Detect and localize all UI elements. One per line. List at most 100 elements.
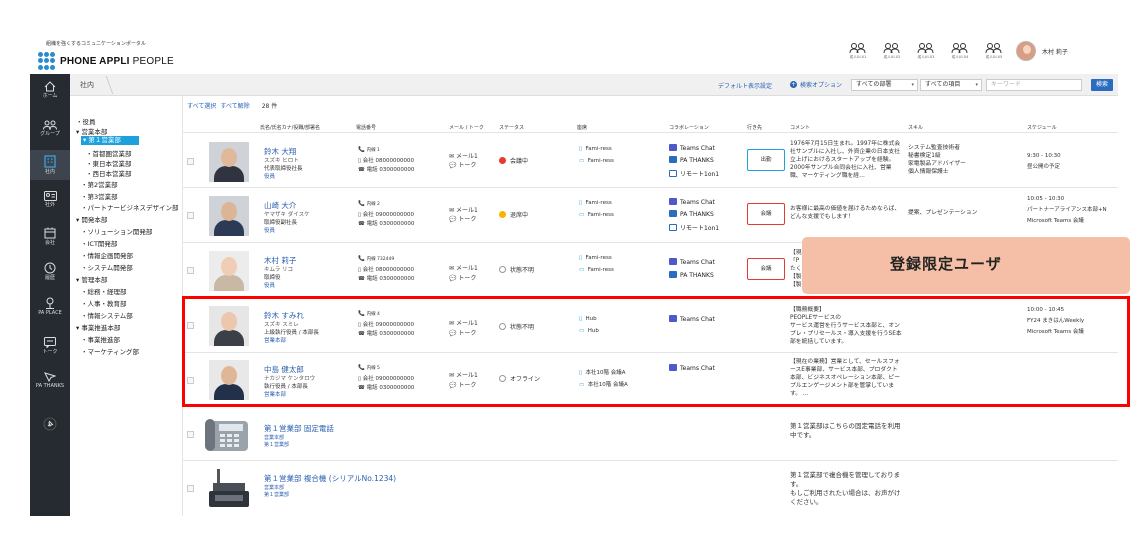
tree-node[interactable]: ▾ 営業本部 [76, 126, 107, 136]
row-checkbox[interactable] [187, 158, 194, 165]
deselect-all-link[interactable]: すべて解除 [220, 101, 249, 110]
tree-node[interactable]: ・情報システム部 [81, 310, 133, 320]
item-select[interactable]: すべての項目 ▾ [920, 79, 982, 91]
group-shortcut[interactable]: 成人UI-03 [916, 42, 936, 60]
seat-1[interactable]: ▯ Fami-ress [579, 146, 612, 152]
column-header-schedule[interactable]: スケジュール [1027, 124, 1057, 131]
seat-2[interactable]: ▭ Fami-ress [579, 158, 614, 164]
user-dept[interactable]: 営業本部 [264, 390, 286, 398]
tree-node[interactable]: ・西日本営業部 [86, 168, 132, 178]
search-option-link[interactable]: + 検索オプション [790, 80, 842, 89]
device-dept[interactable]: 第１営業部 [264, 491, 289, 498]
column-header-comment[interactable]: コメント [790, 124, 810, 131]
ext-number[interactable]: 📞 内線 4 [358, 311, 380, 317]
tree-node[interactable]: ・第3営業部 [81, 191, 118, 201]
talk-button[interactable]: 💬 トーク [449, 160, 476, 169]
ext-number[interactable]: 📞 内線 732449 [358, 256, 394, 262]
seat-2[interactable]: ▭ 本社10階 会議A [579, 380, 628, 388]
mail-button[interactable]: ✉ メール1 [449, 151, 478, 160]
table-row[interactable]: 第１営業部 固定電話 営業本部 第１営業部 第１営業部はこちらの固定電話を利用中… [183, 407, 1118, 461]
company-number[interactable]: ▯ 会社 09000000000 [358, 210, 414, 218]
search-button[interactable]: 検索 [1091, 79, 1113, 91]
collab-teams[interactable]: Teams Chat [669, 364, 715, 372]
user-dept[interactable]: 役員 [264, 226, 275, 234]
mail-button[interactable]: ✉ メール1 [449, 263, 478, 272]
row-checkbox[interactable] [187, 267, 194, 274]
tree-node[interactable]: ・ソリューション開発部 [81, 226, 152, 236]
tree-node-selected[interactable]: ▾ 第１営業部 [81, 136, 139, 145]
column-header-seat[interactable]: 座席 [577, 124, 587, 131]
talk-button[interactable]: 💬 トーク [449, 380, 476, 389]
collab-thanks[interactable]: PA THANKS [669, 156, 714, 164]
company-number[interactable]: ▯ 会社 08000000000 [358, 156, 414, 164]
tel-number[interactable]: ☎ 電話 0300000000 [358, 329, 414, 337]
sidebar-item-pa-place[interactable]: PA PLACE [30, 292, 70, 322]
sidebar-item-external[interactable]: 社外 [30, 186, 70, 216]
schedule[interactable]: 10:05 - 10:30 パートナーアライアンス本部+N Microsoft Te… [1027, 194, 1117, 227]
tree-node[interactable]: ▾ 事業推進本部 [76, 322, 120, 332]
column-header-destination[interactable]: 行き先 [747, 124, 762, 131]
group-shortcut[interactable]: 成人UI-04 [950, 42, 970, 60]
collab-1on1[interactable]: リモート1on1 [669, 169, 719, 178]
mail-button[interactable]: ✉ メール1 [449, 205, 478, 214]
sidebar-item-company[interactable]: 会社 [30, 222, 70, 252]
mail-button[interactable]: ✉ メール1 [449, 370, 478, 379]
column-header-status[interactable]: ステータス [499, 124, 524, 131]
destination-badge[interactable]: 出勤 [747, 149, 785, 171]
table-row[interactable]: 鈴木 大翔 スズキ ヒロト 代表取締役社長 役員 📞 内線 1 ▯ 会社 080… [183, 134, 1118, 188]
seat-1[interactable]: ▯ Fami-ress [579, 200, 612, 206]
user-dept[interactable]: 営業本部 [264, 336, 286, 344]
dept-select[interactable]: すべての部署 ▾ [851, 79, 918, 91]
user-dept[interactable]: 役員 [264, 281, 275, 289]
tel-number[interactable]: ☎ 電話 0300000000 [358, 165, 414, 173]
collab-thanks[interactable]: PA THANKS [669, 210, 714, 218]
column-header-collab[interactable]: コラボレーション [669, 124, 709, 131]
collab-teams[interactable]: Teams Chat [669, 315, 715, 323]
tree-node[interactable]: ・事業推進部 [81, 334, 120, 344]
table-row[interactable]: 第１営業部 複合機 (シリアルNo.1234) 営業本部 第１営業部 第１営業部… [183, 461, 1118, 516]
seat-1[interactable]: ▯ Hub [579, 316, 597, 322]
collab-thanks[interactable]: PA THANKS [669, 271, 714, 279]
schedule[interactable]: 9:30 - 10:30 昼公開の予定 [1027, 151, 1117, 173]
tree-node[interactable]: ・役員 [76, 116, 96, 126]
device-dept[interactable]: 営業本部 [264, 434, 284, 441]
seat-1[interactable]: ▯ Fami-ress [579, 255, 612, 261]
company-number[interactable]: ▯ 会社 08000000000 [358, 265, 414, 273]
tree-node[interactable]: ・システム開発部 [81, 262, 133, 272]
user-menu[interactable]: 木村 莉子 [1016, 41, 1068, 61]
sidebar-item-pin[interactable] [30, 412, 70, 442]
seat-2[interactable]: ▭ Fami-ress [579, 212, 614, 218]
sidebar-item-home[interactable]: ホーム [30, 76, 70, 106]
collab-teams[interactable]: Teams Chat [669, 144, 715, 152]
ext-number[interactable]: 📞 内線 1 [358, 147, 380, 153]
tree-node[interactable]: ・人事・教育部 [81, 298, 127, 308]
row-checkbox[interactable] [187, 431, 194, 438]
row-checkbox[interactable] [187, 212, 194, 219]
group-shortcut[interactable]: 成人UI-02 [882, 42, 902, 60]
ext-number[interactable]: 📞 内線 5 [358, 365, 380, 371]
collab-teams[interactable]: Teams Chat [669, 258, 715, 266]
seat-2[interactable]: ▭ Hub [579, 328, 599, 334]
device-name-link[interactable]: 第１営業部 固定電話 [264, 423, 334, 434]
collab-1on1[interactable]: リモート1on1 [669, 223, 719, 232]
tree-node[interactable]: ・マーケティング部 [81, 346, 139, 356]
table-row[interactable]: 中島 健太郎 ナカジマ ケンタロウ 執行役員 / 本部長 営業本部 📞 内線 5… [183, 353, 1118, 407]
tree-node[interactable]: ・東日本営業部 [86, 158, 132, 168]
seat-2[interactable]: ▭ Fami-ress [579, 267, 614, 273]
select-all-link[interactable]: すべて選択 [187, 101, 216, 110]
breadcrumb[interactable]: 社内 [80, 80, 94, 90]
tree-node[interactable]: ・総務・経理部 [81, 286, 127, 296]
seat-1[interactable]: ▯ 本社10階 会議A [579, 368, 626, 376]
tree-node[interactable]: ▾ 開発本部 [76, 214, 107, 224]
row-checkbox[interactable] [187, 485, 194, 492]
group-shortcut[interactable]: 成人UI-01 [848, 42, 868, 60]
tel-number[interactable]: ☎ 電話 0300000000 [358, 274, 414, 282]
column-header-mail[interactable]: メール / トーク [449, 124, 484, 131]
keyword-input[interactable]: キーワード [986, 79, 1082, 91]
mail-button[interactable]: ✉ メール1 [449, 318, 478, 327]
device-dept[interactable]: 第１営業部 [264, 441, 289, 448]
sidebar-item-internal[interactable]: 社内 [30, 150, 70, 180]
column-header-phone[interactable]: 電話番号 [356, 124, 376, 131]
tree-node[interactable]: ・パートナービジネスデザイン部 [81, 202, 179, 212]
tel-number[interactable]: ☎ 電話 0300000000 [358, 383, 414, 391]
